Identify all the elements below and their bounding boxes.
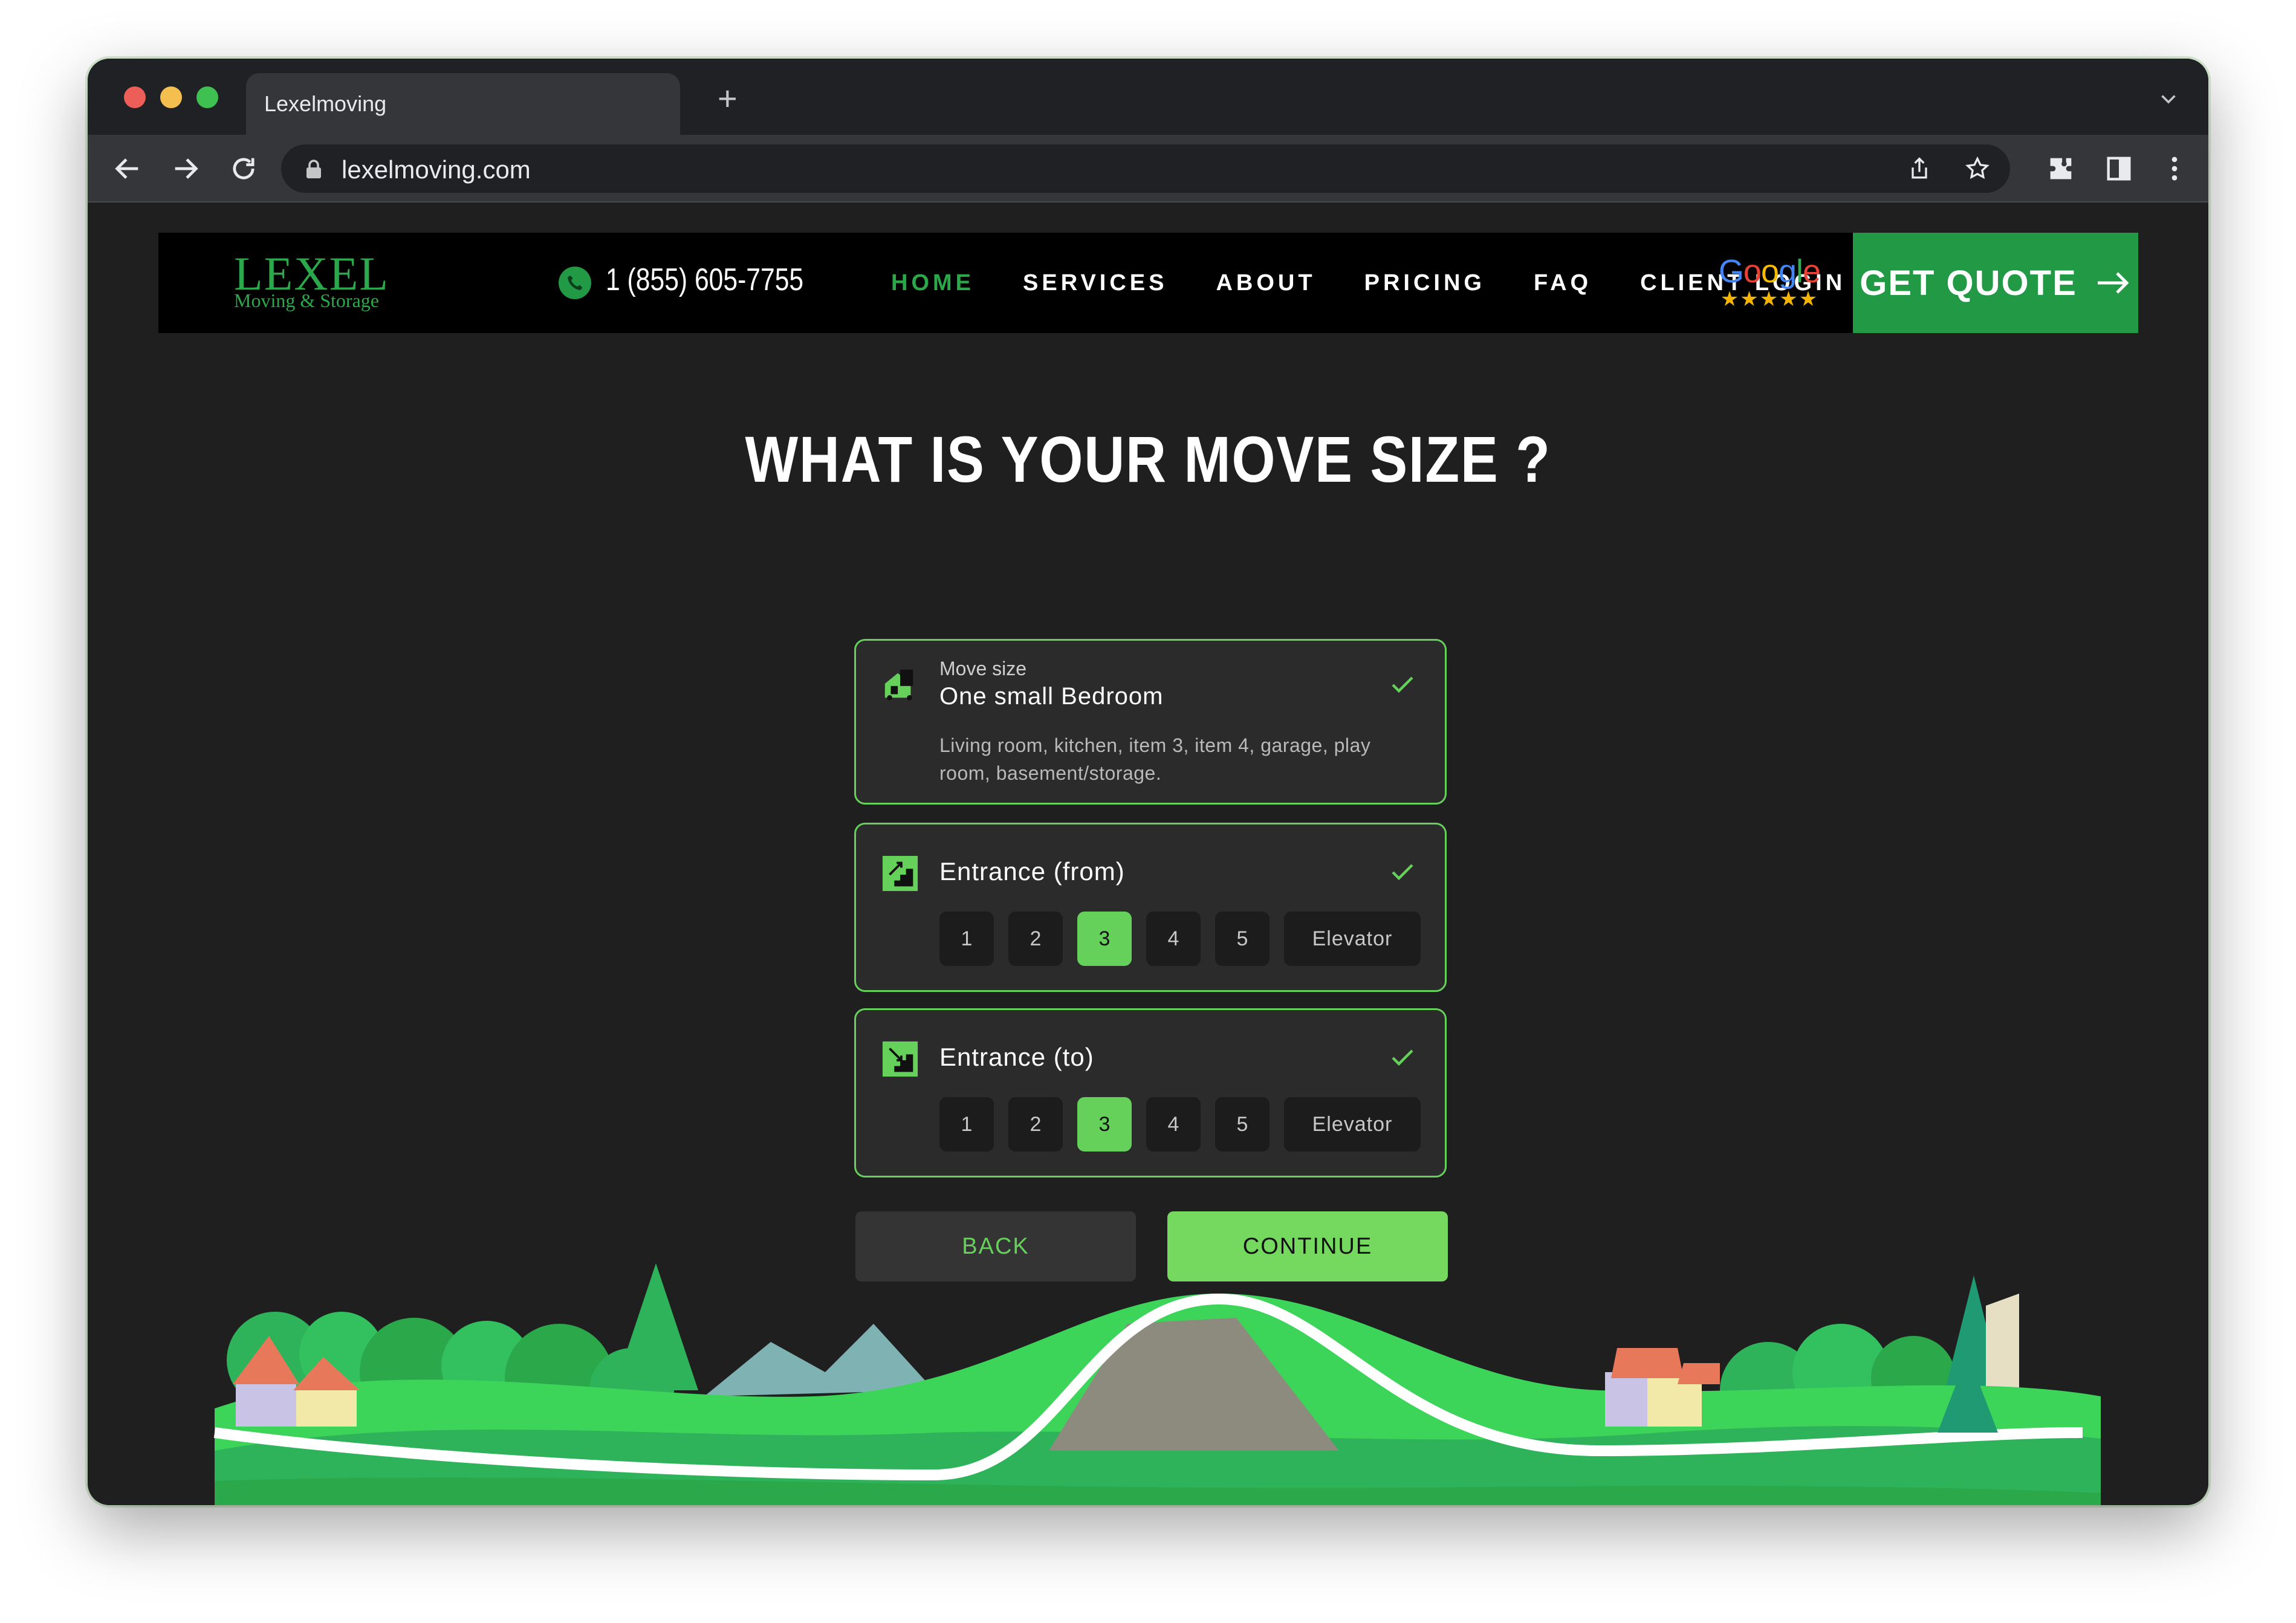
entrance-to-options: 1 2 3 4 5 Elevator: [939, 1097, 1421, 1152]
entrance-from-options: 1 2 3 4 5 Elevator: [939, 912, 1421, 966]
entrance-to-title: Entrance (to): [939, 1043, 1094, 1071]
entrance-from-title: Entrance (from): [939, 857, 1125, 886]
browser-toolbar: lexelmoving.com: [88, 135, 2208, 202]
floor-option-5[interactable]: 5: [1215, 912, 1270, 966]
check-icon: [1392, 864, 1413, 881]
floor-option-3[interactable]: 3: [1077, 1097, 1132, 1152]
floor-option-4[interactable]: 4: [1146, 1097, 1201, 1152]
house-move-icon: [884, 669, 913, 701]
floor-option-2[interactable]: 2: [1008, 912, 1063, 966]
reload-icon[interactable]: [228, 153, 259, 184]
url-text: lexelmoving.com: [342, 155, 531, 184]
stairs-down-icon: [882, 1041, 918, 1077]
arrow-right-icon: [2097, 272, 2129, 294]
stairs-up-icon: [882, 855, 918, 892]
browser-tab[interactable]: Lexelmoving: [246, 73, 680, 135]
rating-stars: ★★★★★: [1720, 288, 1819, 311]
move-size-value: One small Bedroom: [939, 683, 1164, 710]
extensions-puzzle-icon[interactable]: [2045, 153, 2077, 184]
move-size-card[interactable]: Move size One small Bedroom Living room,…: [854, 639, 1447, 805]
move-size-label: Move size: [939, 658, 1027, 679]
check-icon: [1392, 676, 1413, 693]
google-rating-badge[interactable]: Google ★★★★★: [1718, 254, 1821, 310]
address-bar[interactable]: lexelmoving.com: [281, 144, 2010, 193]
menu-item-faq[interactable]: FAQ: [1534, 270, 1592, 296]
phone-number[interactable]: 1 (855) 605-7755: [606, 262, 803, 298]
entrance-to-card: Entrance (to) 1 2 3 4 5 Elevator: [854, 1008, 1447, 1178]
chevron-down-icon[interactable]: [2158, 88, 2179, 109]
menu-item-home[interactable]: HOME: [891, 270, 975, 296]
logo-tagline: Moving & Storage: [234, 290, 379, 311]
get-quote-button[interactable]: GET QUOTE: [1853, 233, 2138, 333]
close-window-button[interactable]: [124, 86, 146, 108]
page-title: WHAT IS YOUR MOVE SIZE ?: [745, 423, 1551, 496]
tab-bar: Lexelmoving +: [88, 59, 2208, 135]
forward-arrow-icon[interactable]: [170, 153, 201, 184]
move-size-description: Living room, kitchen, item 3, item 4, ga…: [939, 734, 1371, 784]
minimize-window-button[interactable]: [160, 86, 182, 108]
lock-icon: [306, 160, 321, 178]
floor-option-5[interactable]: 5: [1215, 1097, 1270, 1152]
entrance-from-card: Entrance (from) 1 2 3 4 5 Elevator: [854, 823, 1447, 992]
back-arrow-icon[interactable]: [112, 153, 143, 184]
share-icon[interactable]: [1906, 155, 1933, 182]
menu-item-pricing[interactable]: PRICING: [1364, 270, 1485, 296]
site-header: LEXEL Moving & Storage 1 (855) 605-7755 …: [158, 233, 2138, 333]
google-logo: Google: [1718, 253, 1821, 290]
page-content: LEXEL Moving & Storage 1 (855) 605-7755 …: [88, 202, 2208, 1505]
phone-icon: [559, 267, 591, 299]
site-logo[interactable]: LEXEL Moving & Storage: [234, 250, 389, 312]
floor-option-1[interactable]: 1: [939, 912, 994, 966]
new-tab-button[interactable]: +: [718, 82, 738, 115]
elevator-option[interactable]: Elevator: [1284, 1097, 1421, 1152]
tab-title: Lexelmoving: [264, 91, 387, 116]
floor-option-1[interactable]: 1: [939, 1097, 994, 1152]
bookmark-star-icon[interactable]: [1964, 155, 1991, 182]
floor-option-4[interactable]: 4: [1146, 912, 1201, 966]
get-quote-label: GET QUOTE: [1860, 263, 2077, 303]
menu-item-services[interactable]: SERVICES: [1023, 270, 1167, 296]
floor-option-2[interactable]: 2: [1008, 1097, 1063, 1152]
menu-item-about[interactable]: ABOUT: [1216, 270, 1315, 296]
landscape-illustration: [213, 1263, 2101, 1505]
side-panel-icon[interactable]: [2103, 153, 2135, 184]
kebab-menu-icon[interactable]: [2159, 153, 2190, 184]
elevator-option[interactable]: Elevator: [1284, 912, 1421, 966]
browser-window: Lexelmoving + lexelmoving.com LEXEL Movi…: [88, 59, 2208, 1505]
check-icon: [1392, 1049, 1413, 1066]
floor-option-3[interactable]: 3: [1077, 912, 1132, 966]
maximize-window-button[interactable]: [196, 86, 218, 108]
